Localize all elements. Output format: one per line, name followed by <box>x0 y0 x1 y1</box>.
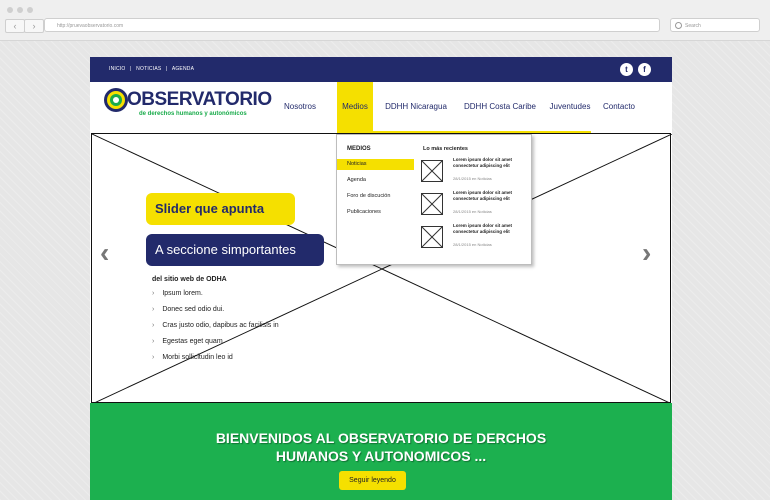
slider-bullet-list: › Ipsum lorem. › Donec sed odio dui. › Cras… <box>152 290 279 370</box>
search-placeholder: Search <box>685 23 701 29</box>
nav-item-juventudes[interactable]: Juventudes <box>547 82 593 131</box>
back-button[interactable]: ‹ <box>5 19 25 33</box>
chevron-right-icon: › <box>152 354 155 361</box>
chevron-left-icon: ‹ <box>100 237 110 268</box>
dropdown-item-noticias[interactable]: Noticias <box>337 159 414 170</box>
chevron-right-icon: › <box>642 237 652 268</box>
banner-heading: BIENVENIDOS AL OBSERVATORIO DE DERCHOS H… <box>90 429 672 465</box>
top-links: INICIO | NOTICIAS | AGENDA <box>109 66 197 72</box>
recent-item-date: 28/1/2015 en Noticias <box>453 209 492 214</box>
recent-item-title[interactable]: Lorem ipsum dolor sit amet consectetur a… <box>453 190 523 202</box>
website-mockup: INICIO | NOTICIAS | AGENDA t f OBSERVATO… <box>90 57 672 500</box>
recent-heading: Lo más recientes <box>423 146 468 152</box>
logo-title: OBSERVATORIO <box>127 89 272 110</box>
chevron-right-icon: › <box>32 21 36 31</box>
chevron-right-icon: › <box>152 290 155 297</box>
medios-dropdown-menu: MEDIOS Noticias Agenda Foro de discución… <box>336 134 532 265</box>
slider-prev-button[interactable]: ‹ <box>100 237 109 269</box>
search-icon <box>675 22 682 29</box>
banner-line-1: BIENVENIDOS AL OBSERVATORIO DE DERCHOS <box>215 430 547 446</box>
slider-pill-secondary: A seccione simportantes <box>146 234 324 266</box>
window-maximize-dot[interactable] <box>27 7 33 13</box>
top-link-noticias[interactable]: NOTICIAS <box>136 66 161 72</box>
slider-pill-primary: Slider que apunta <box>146 193 295 225</box>
recent-thumbnail-placeholder[interactable] <box>421 160 443 182</box>
top-link-inicio[interactable]: INICIO <box>109 66 125 72</box>
dropdown-item-agenda[interactable]: Agenda <box>337 175 414 186</box>
slider-next-button[interactable]: › <box>642 237 651 269</box>
recent-item-date: 28/1/2015 en Noticias <box>453 242 492 247</box>
nav-item-contacto[interactable]: Contacto <box>600 82 638 131</box>
chevron-right-icon: › <box>152 322 155 329</box>
recent-item-date: 28/1/2015 en Noticias <box>453 176 492 181</box>
recent-thumbnail-placeholder[interactable] <box>421 226 443 248</box>
nav-item-nosotros[interactable]: Nosotros <box>276 82 324 131</box>
slider-heading: del sitio web de ODHA <box>152 276 227 283</box>
top-bar: INICIO | NOTICIAS | AGENDA t f <box>90 57 672 82</box>
list-item: › Cras justo odio, dapibus ac facilisis i… <box>152 322 279 329</box>
nav-item-ddhh-costa-caribe[interactable]: DDHH Costa Caribe <box>460 82 540 131</box>
banner-line-2: HUMANOS Y AUTONOMICOS ... <box>275 448 487 464</box>
logo-subtitle: de derechos humanos y autonómicos <box>139 111 247 117</box>
dropdown-item-publicaciones[interactable]: Publicaciones <box>337 207 414 218</box>
browser-chrome: ‹ › http://pruevaobservatorio.com Search <box>0 0 770 41</box>
window-close-dot[interactable] <box>7 7 13 13</box>
window-minimize-dot[interactable] <box>17 7 23 13</box>
list-item: › Egestas eget quam <box>152 338 223 345</box>
logo-emblem-icon <box>104 88 128 112</box>
browser-search-input[interactable]: Search <box>670 18 760 32</box>
recent-item-title[interactable]: Lorem ipsum dolor sit amet consectetur a… <box>453 223 523 235</box>
read-more-button[interactable]: Seguir leyendo <box>339 471 406 490</box>
chevron-left-icon: ‹ <box>13 21 17 31</box>
forward-button[interactable]: › <box>24 19 44 33</box>
recent-item-title[interactable]: Lorem ipsum dolor sit amet consectetur a… <box>453 157 523 169</box>
top-link-separator: | <box>130 66 132 72</box>
dropdown-item-foro[interactable]: Foro de discución <box>337 191 414 202</box>
top-link-separator: | <box>165 66 168 72</box>
site-header: OBSERVATORIO de derechos humanos y auton… <box>90 82 672 133</box>
url-text: http://pruevaobservatorio.com <box>57 23 124 29</box>
twitter-icon[interactable]: t <box>620 63 633 76</box>
recent-thumbnail-placeholder[interactable] <box>421 193 443 215</box>
welcome-banner: BIENVENIDOS AL OBSERVATORIO DE DERCHOS H… <box>90 403 672 500</box>
list-item: › Morbi sollicitudin leo id <box>152 354 233 361</box>
facebook-icon[interactable]: f <box>638 63 651 76</box>
nav-item-medios[interactable]: Medios <box>337 82 373 131</box>
chevron-right-icon: › <box>152 338 155 345</box>
chevron-right-icon: › <box>152 306 155 313</box>
address-bar[interactable]: http://pruevaobservatorio.com <box>44 18 660 32</box>
list-item: › Donec sed odio dui. <box>152 306 225 313</box>
dropdown-heading: MEDIOS <box>347 146 371 152</box>
top-link-agenda[interactable]: AGENDA <box>172 66 194 72</box>
nav-item-ddhh-nicaragua[interactable]: DDHH Nicaragua <box>380 82 452 131</box>
list-item: › Ipsum lorem. <box>152 290 203 297</box>
